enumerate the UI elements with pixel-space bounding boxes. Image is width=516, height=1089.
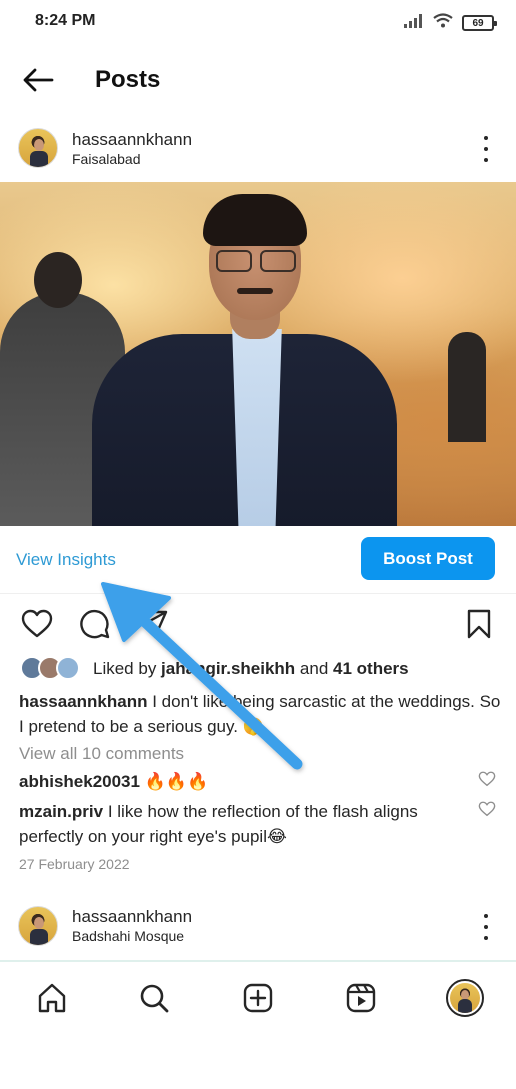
likes-text[interactable]: Liked by jahangir.sheikhh and 41 others	[93, 659, 409, 679]
nav-search[interactable]	[132, 976, 176, 1020]
comment-text: 🔥🔥🔥	[139, 772, 209, 791]
nav-new-post[interactable]	[236, 976, 280, 1020]
next-post-header: hassaannkhann Badshahi Mosque	[0, 902, 516, 958]
view-insights-link[interactable]: View Insights	[16, 550, 116, 570]
top-bar: Posts	[0, 56, 516, 104]
actions-row	[0, 600, 516, 648]
liked-by-others[interactable]: 41 others	[333, 659, 409, 678]
liked-by-user[interactable]: jahangir.sheikhh	[161, 659, 295, 678]
nav-profile[interactable]	[443, 976, 487, 1020]
post-location[interactable]: Faisalabad	[72, 151, 141, 167]
reels-icon	[346, 983, 376, 1013]
view-all-comments-link[interactable]: View all 10 comments	[19, 744, 184, 764]
bookmark-icon	[467, 609, 491, 639]
status-bar: 8:24 PM 69	[0, 0, 516, 44]
page-title: Posts	[95, 66, 161, 93]
comment: mzain.priv I like how the reflection of …	[19, 799, 479, 849]
comment: abhishek20031 🔥🔥🔥	[19, 769, 479, 794]
status-icons: 69	[404, 13, 497, 33]
wifi-icon	[433, 13, 453, 33]
back-button[interactable]	[18, 64, 58, 96]
profile-avatar	[446, 979, 484, 1017]
post-date: 27 February 2022	[19, 856, 130, 872]
boost-post-button[interactable]: Boost Post	[361, 537, 495, 580]
post-image[interactable]	[0, 182, 516, 526]
liker-avatars	[20, 656, 84, 682]
avatar[interactable]	[18, 906, 58, 946]
nav-home[interactable]	[30, 976, 74, 1020]
home-icon	[38, 983, 66, 1013]
comment-button[interactable]	[77, 606, 113, 642]
search-icon	[140, 984, 169, 1013]
save-button[interactable]	[461, 606, 497, 642]
comment-like-heart-icon[interactable]	[478, 770, 496, 788]
battery-icon: 69	[462, 15, 497, 31]
share-button[interactable]	[134, 606, 170, 642]
comment-username[interactable]: mzain.priv	[19, 802, 103, 821]
post-location[interactable]: Badshahi Mosque	[72, 928, 184, 944]
bottom-nav	[0, 960, 516, 1032]
nav-reels[interactable]	[339, 976, 383, 1020]
likes-row[interactable]: Liked by jahangir.sheikhh and 41 others	[20, 656, 409, 682]
signal-icon	[404, 13, 424, 33]
like-button[interactable]	[19, 606, 55, 642]
arrow-left-icon	[23, 68, 54, 92]
heart-icon	[21, 609, 53, 638]
new-post-icon	[243, 983, 273, 1013]
avatar[interactable]	[18, 128, 58, 168]
comment-icon	[80, 609, 110, 639]
caption: hassaannkhann I don't like being sarcast…	[19, 689, 504, 739]
comment-username[interactable]: abhishek20031	[19, 772, 140, 791]
comment-like-heart-icon[interactable]	[478, 800, 496, 818]
post-header: hassaannkhann Faisalabad	[0, 122, 516, 178]
more-options-icon[interactable]	[476, 914, 496, 940]
more-options-icon[interactable]	[476, 136, 496, 162]
post-username[interactable]: hassaannkhann	[72, 130, 192, 150]
post-username[interactable]: hassaannkhann	[72, 907, 192, 927]
caption-username[interactable]: hassaannkhann	[19, 692, 148, 711]
insights-row: View Insights Boost Post	[0, 528, 516, 594]
status-time: 8:24 PM	[35, 12, 96, 29]
send-icon	[136, 610, 168, 639]
